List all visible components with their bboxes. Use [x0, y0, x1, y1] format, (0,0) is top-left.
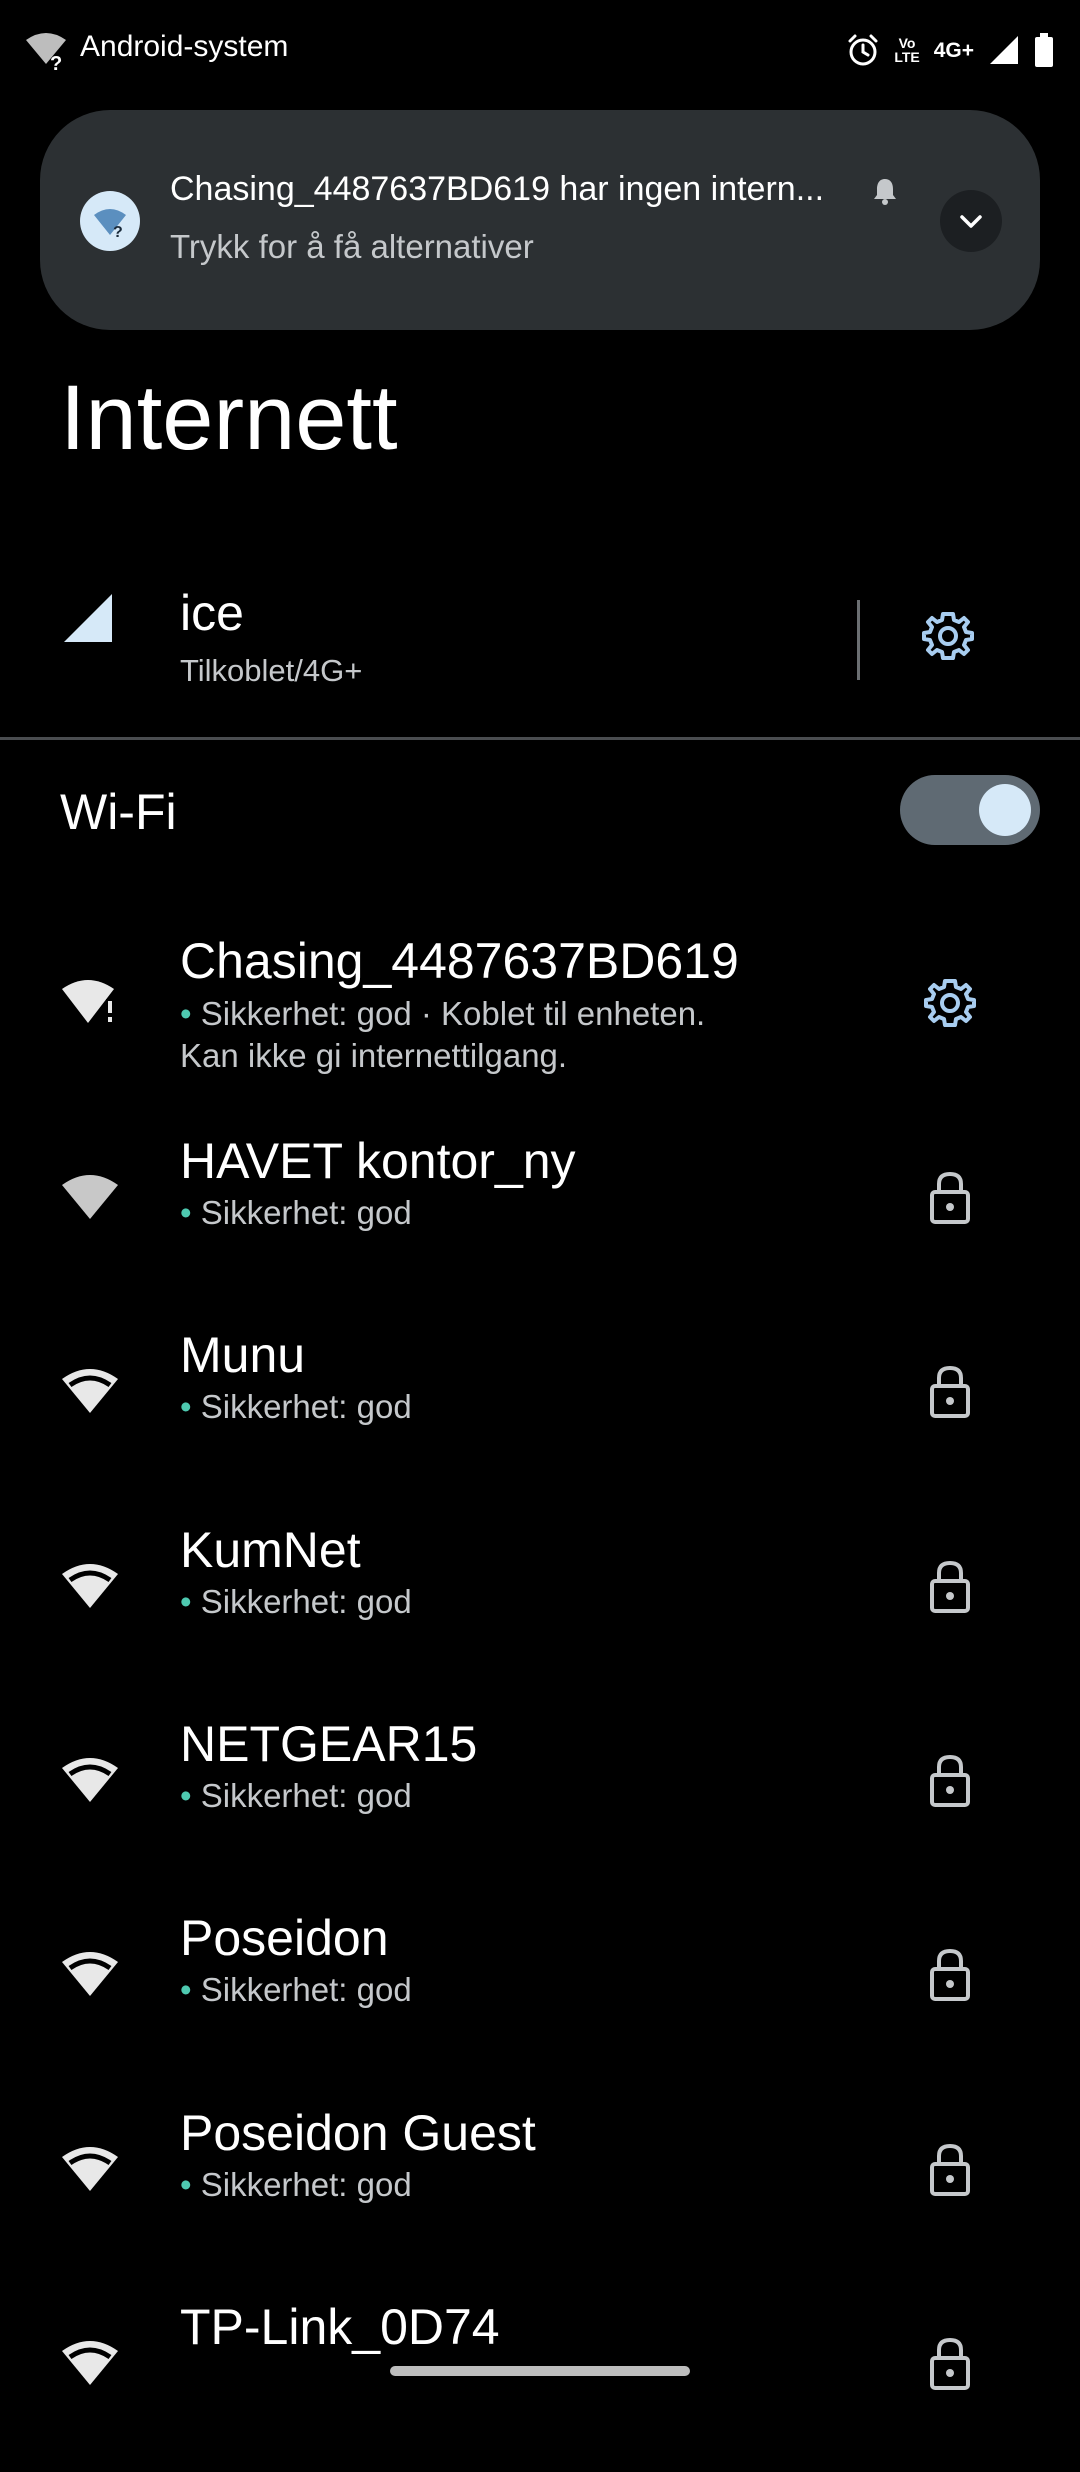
- network-settings-button[interactable]: [920, 973, 980, 1033]
- lock-icon: [930, 1365, 970, 1418]
- volte-icon: Vo LTE: [894, 35, 920, 65]
- network-security: • Sikkerhet: god: [180, 1583, 412, 1620]
- lock-icon: [930, 2143, 970, 2196]
- wifi-network-row[interactable]: TP-Link_0D74: [0, 2292, 1080, 2472]
- section-divider: [0, 737, 1080, 740]
- wifi-warning-icon: [62, 980, 114, 1023]
- gear-icon[interactable]: [920, 608, 976, 664]
- wifi-signal-icon: [62, 2147, 118, 2191]
- network-name: Chasing_4487637BD619: [180, 933, 739, 989]
- navigation-handle[interactable]: [390, 2366, 690, 2376]
- wifi-signal-icon: [62, 1175, 118, 1219]
- signal-icon: [990, 36, 1018, 64]
- wifi-network-row[interactable]: Chasing_4487637BD619 • Sikkerhet: god · …: [0, 920, 1080, 1100]
- status-bar: ? Android-system Vo LTE 4G+: [0, 0, 1080, 100]
- network-name: HAVET kontor_ny: [180, 1133, 576, 1189]
- notification-card[interactable]: ? Chasing_4487637BD619 har ingen intern.…: [40, 110, 1040, 330]
- notification-text: Trykk for å få alternativer: [170, 228, 534, 265]
- network-security: • Sikkerhet: god: [180, 1777, 412, 1814]
- network-lock-button[interactable]: [920, 1945, 980, 2005]
- chevron-down-icon: [960, 215, 982, 228]
- wifi-network-row[interactable]: HAVET kontor_ny • Sikkerhet: god: [0, 1126, 1080, 1306]
- network-lock-button[interactable]: [920, 1362, 980, 1422]
- mobile-network-name: ice: [180, 585, 244, 641]
- network-name: Munu: [180, 1327, 306, 1383]
- alarm-icon: [848, 34, 878, 66]
- network-name: TP-Link_0D74: [180, 2299, 500, 2355]
- lock-icon: [930, 1560, 970, 1613]
- network-security: • Sikkerhet: god: [180, 1388, 412, 1425]
- mobile-network-status: Tilkoblet/4G+: [180, 653, 363, 688]
- wifi-signal-icon: [62, 2341, 118, 2385]
- wifi-network-row[interactable]: KumNet • Sikkerhet: god: [0, 1515, 1080, 1695]
- svg-text:?: ?: [50, 53, 62, 74]
- network-security: • Sikkerhet: god · Koblet til enheten.: [180, 995, 706, 1032]
- battery-icon: [1035, 33, 1053, 67]
- status-app-name: Android-system: [80, 30, 289, 63]
- network-lock-button[interactable]: [920, 2140, 980, 2200]
- wifi-question-icon: ?: [26, 33, 66, 74]
- network-detail: Kan ikke gi internettilgang.: [180, 1037, 568, 1074]
- wifi-network-row[interactable]: Munu • Sikkerhet: god: [0, 1320, 1080, 1500]
- notification-title: Chasing_4487637BD619 har ingen intern...: [170, 170, 825, 208]
- network-name: Poseidon: [180, 1910, 389, 1966]
- notification-expand-button[interactable]: [940, 190, 1002, 252]
- notification-app-icon: ?: [80, 191, 140, 251]
- lock-icon: [930, 1948, 970, 2001]
- svg-text:?: ?: [113, 224, 123, 241]
- network-type-label: 4G+: [933, 38, 974, 62]
- gear-icon: [924, 979, 976, 1027]
- network-security: • Sikkerhet: god: [180, 1194, 412, 1231]
- network-name: Poseidon Guest: [180, 2105, 536, 2161]
- wifi-network-row[interactable]: Poseidon • Sikkerhet: god: [0, 1903, 1080, 2083]
- network-name: KumNet: [180, 1522, 361, 1578]
- wifi-question-icon: ?: [94, 209, 126, 241]
- cellular-signal-icon: [64, 594, 112, 642]
- wifi-network-row[interactable]: NETGEAR15 • Sikkerhet: god: [0, 1709, 1080, 1889]
- wifi-signal-icon: [62, 1952, 118, 1996]
- network-lock-button[interactable]: [920, 1751, 980, 1811]
- wifi-signal-icon: [62, 1564, 118, 1608]
- network-lock-button[interactable]: [920, 2334, 980, 2394]
- network-name: NETGEAR15: [180, 1716, 478, 1772]
- wifi-signal-icon: [62, 1369, 118, 1413]
- network-lock-button[interactable]: [920, 1557, 980, 1617]
- vertical-divider: [857, 600, 860, 680]
- wifi-signal-icon: [62, 1758, 118, 1802]
- lock-icon: [930, 2337, 970, 2390]
- bell-icon: [874, 179, 896, 205]
- wifi-network-row[interactable]: Poseidon Guest • Sikkerhet: god: [0, 2098, 1080, 2278]
- wifi-toggle[interactable]: [900, 775, 1040, 845]
- lock-icon: [930, 1754, 970, 1807]
- network-security: • Sikkerhet: god: [180, 1971, 412, 2008]
- wifi-toggle-thumb: [979, 784, 1031, 836]
- page-title: Internett: [60, 367, 398, 469]
- network-security: • Sikkerhet: god: [180, 2166, 412, 2203]
- wifi-label: Wi-Fi: [60, 784, 177, 840]
- network-lock-button[interactable]: [920, 1168, 980, 1228]
- status-icons: Vo LTE 4G+: [846, 28, 1054, 72]
- lock-icon: [930, 1171, 970, 1224]
